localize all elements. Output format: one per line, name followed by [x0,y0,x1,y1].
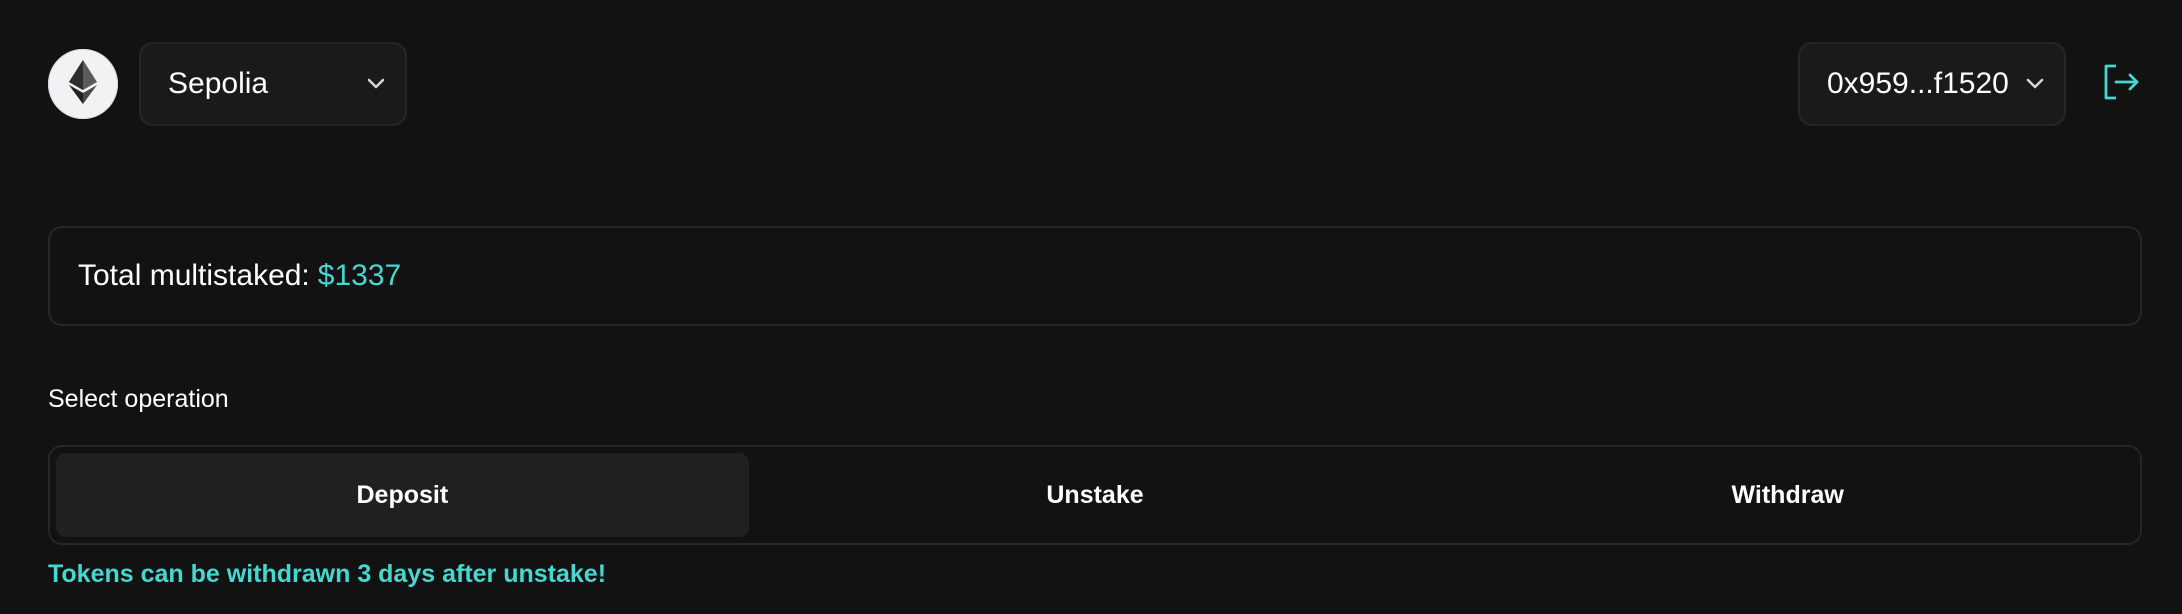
tab-deposit[interactable]: Deposit [56,453,749,537]
tab-unstake[interactable]: Unstake [749,453,1442,537]
logout-icon [2102,63,2140,106]
network-dropdown[interactable]: Sepolia [139,42,407,126]
select-operation-label: Select operation [48,385,229,413]
chevron-down-icon [365,73,387,95]
account-dropdown[interactable]: 0x959...f1520 [1798,42,2066,126]
withdraw-notice: Tokens can be withdrawn 3 days after uns… [48,560,607,588]
chevron-down-icon [2024,73,2046,95]
tab-withdraw[interactable]: Withdraw [1441,453,2134,537]
total-multistaked-card: Total multistaked: $1337 [48,226,2142,326]
top-bar: Sepolia 0x959...f1520 [48,42,2144,126]
total-multistaked-value: $1337 [317,259,402,292]
wallet-address: 0x959...f1520 [1827,67,2009,100]
network-name: Sepolia [168,67,269,100]
ethereum-icon [69,59,97,109]
ethereum-logo [48,49,118,119]
account-group: 0x959...f1520 [1798,42,2144,126]
logout-button[interactable] [2098,61,2144,107]
total-multistaked-label: Total multistaked: [78,259,310,292]
network-selector-group: Sepolia [48,42,407,126]
operation-tabs: Deposit Unstake Withdraw [48,445,2142,545]
